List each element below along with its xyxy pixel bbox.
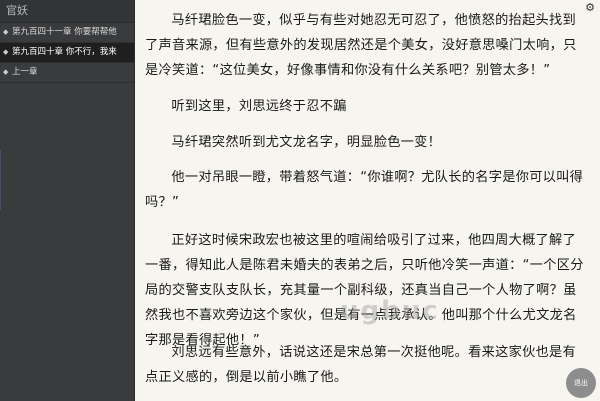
gear-icon[interactable]: ⚙ — [584, 2, 596, 14]
chapter-item-941[interactable]: ◆ 第九百四十一章 你要帮帮他 — [0, 23, 134, 43]
chapter-sidebar: 官妖 ◆ 第九百四十一章 你要帮帮他 ◆ 第九百四十章 你不行，我来 ◆ 上一章 — [0, 0, 135, 401]
exit-button[interactable]: 退出 — [566, 368, 596, 398]
paragraph: 刘思远有些意外，话说这还是宋总第一次挺他呢。看来这家伙也是有点正义感的，倒是以前… — [145, 345, 577, 385]
chapter-item-940[interactable]: ◆ 第九百四十章 你不行，我来 — [0, 43, 134, 63]
previous-chapter-link[interactable]: ◆ 上一章 — [0, 63, 134, 83]
paragraph: 他一对吊眼一瞪，带着怒气道：“你谁啊？尤队长的名字是你可以叫得吗？” — [145, 170, 584, 210]
paragraph: 正好这时候宋政宏也被这里的喧闹给吸引了过来，他四周大概了解了一番，得知此人是陈君… — [145, 233, 584, 348]
chapter-label: 第九百四十一章 你要帮帮他 — [12, 27, 117, 37]
reader-pane: 马纤珺脸色一变，似乎与有些对她忍无可忍了，他愤怒的抬起头找到了声音来源，但有些意… — [135, 0, 600, 401]
bullet-icon: ◆ — [3, 68, 9, 76]
watermark-logo: ugbuc — [340, 296, 440, 326]
bullet-icon: ◆ — [3, 28, 9, 36]
paragraph: 听到这里，刘思远终于忍不蹁 — [171, 99, 347, 114]
sidebar-edge-marker — [0, 150, 4, 210]
chapter-label: 上一章 — [12, 67, 38, 77]
paragraph: 马纤珺突然听到尤文龙名字，明显脸色一变！ — [171, 135, 442, 150]
bullet-icon: ◆ — [3, 48, 9, 56]
book-title: 官妖 — [0, 0, 134, 23]
paragraph: 马纤珺脸色一变，似乎与有些对她忍无可忍了，他愤怒的抬起头找到了声音来源，但有些意… — [145, 13, 577, 78]
chapter-label: 第九百四十章 你不行，我来 — [12, 47, 117, 57]
